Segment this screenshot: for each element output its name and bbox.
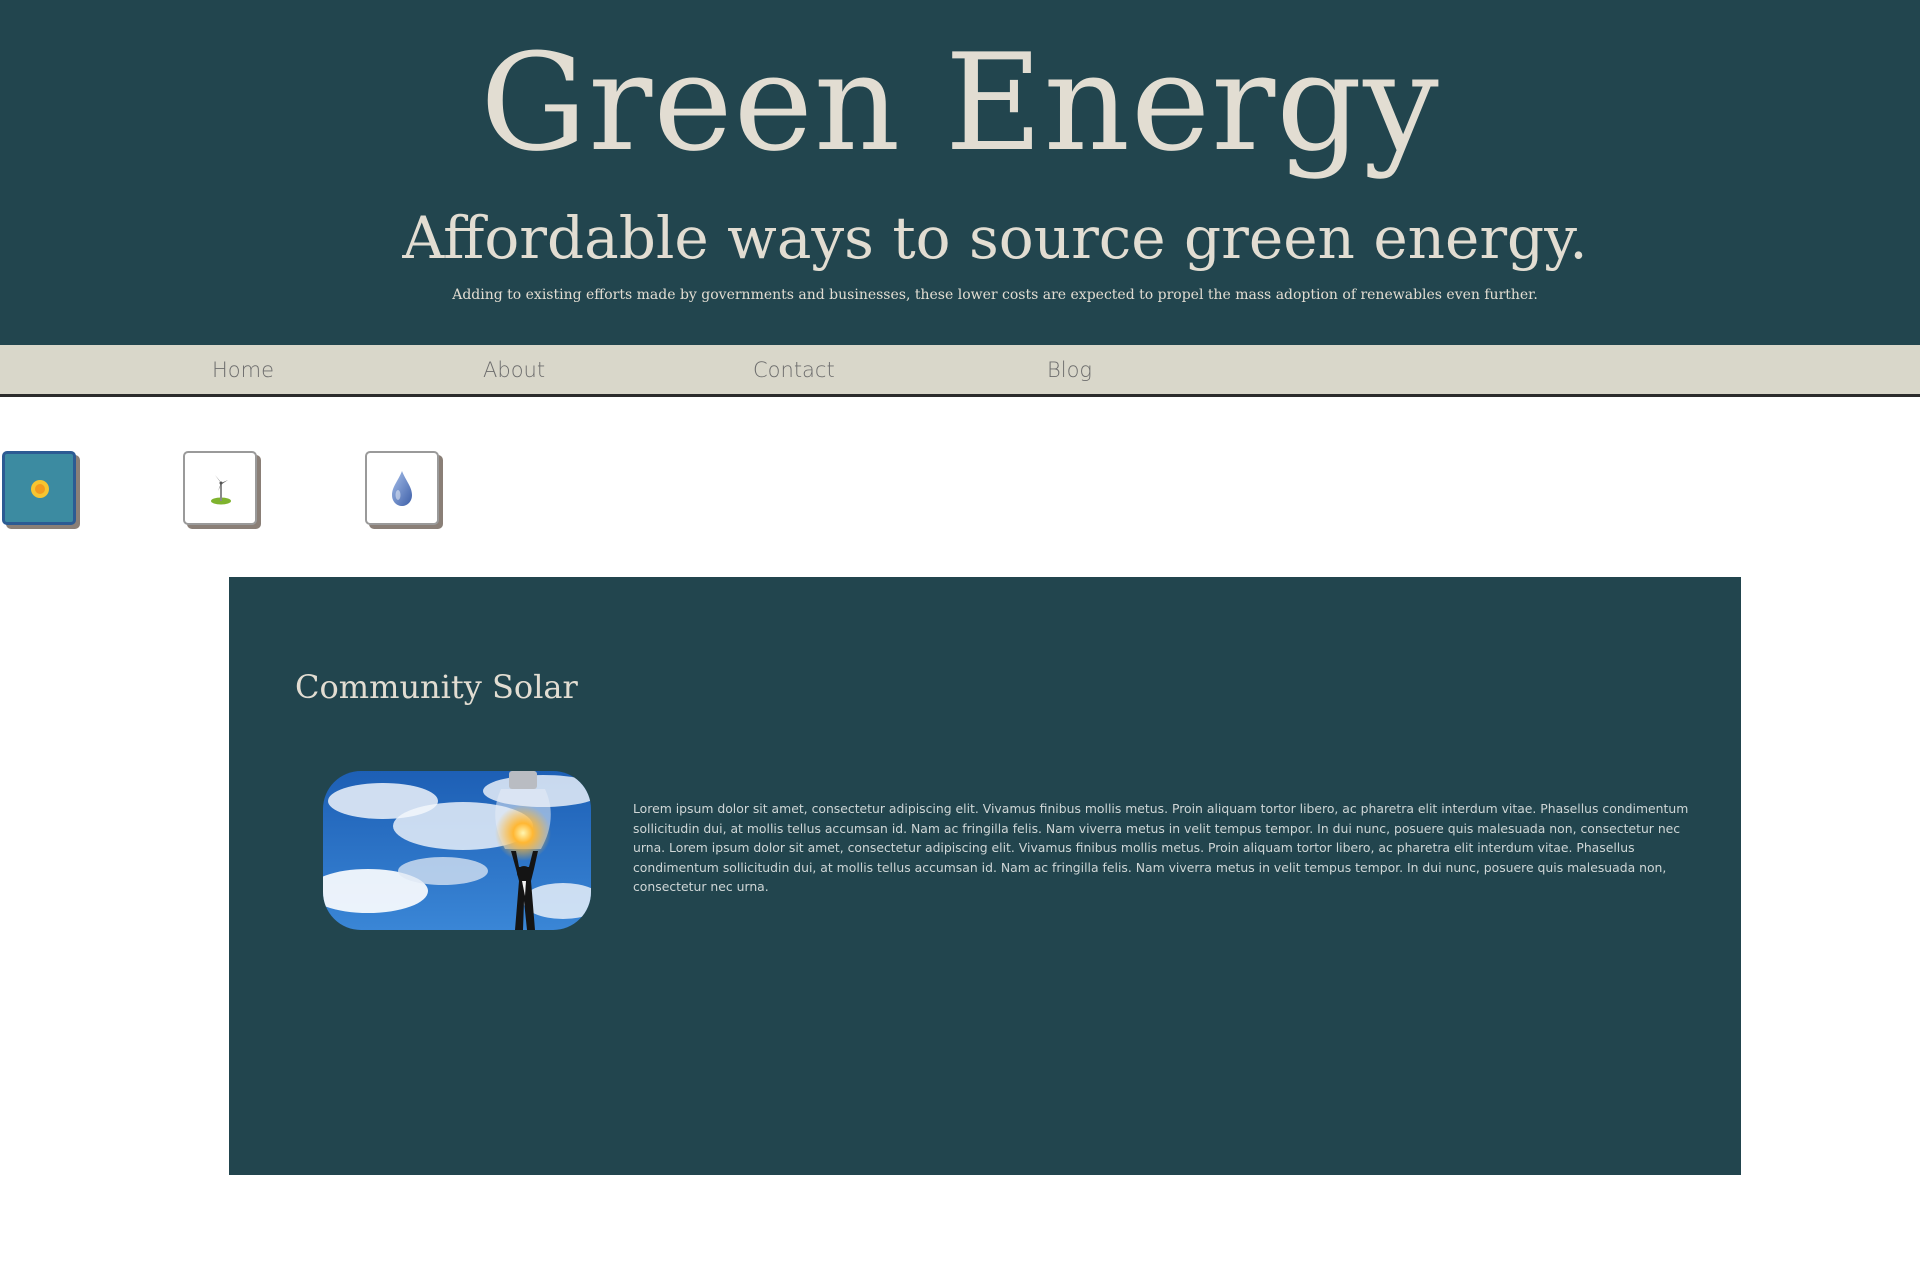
main-nav: Home About Contact Blog bbox=[0, 345, 1920, 397]
panel-body-text: Lorem ipsum dolor sit amet, consectetur … bbox=[633, 801, 1689, 895]
hydro-button[interactable] bbox=[365, 451, 439, 525]
nav-item-blog[interactable]: Blog bbox=[1047, 345, 1092, 395]
water-drop-icon bbox=[392, 471, 412, 506]
site-subtitle: Affordable ways to source green energy. bbox=[402, 204, 1588, 272]
content-panel: Community Solar Lorem ipsum dolor sit am… bbox=[229, 577, 1741, 1175]
nav-item-about[interactable]: About bbox=[483, 345, 545, 395]
nav-item-contact[interactable]: Contact bbox=[753, 345, 835, 395]
hero-blurb: Adding to existing efforts made by gover… bbox=[452, 287, 1538, 303]
wind-button[interactable] bbox=[183, 451, 257, 525]
lightbulb-sky-photo bbox=[323, 771, 591, 930]
solar-button[interactable] bbox=[2, 451, 76, 525]
site-title: Green Energy bbox=[480, 25, 1440, 181]
nav-item-home[interactable]: Home bbox=[212, 345, 274, 395]
hero-header: Green Energy Affordable ways to source g… bbox=[0, 0, 1920, 345]
sun-icon bbox=[31, 480, 49, 498]
wind-turbine-icon bbox=[211, 475, 231, 505]
panel-title: Community Solar bbox=[295, 668, 578, 706]
